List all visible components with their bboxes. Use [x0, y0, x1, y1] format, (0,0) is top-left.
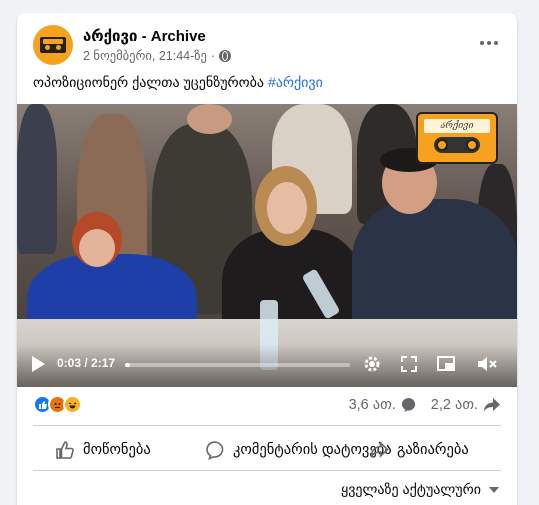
- more-options-button[interactable]: [475, 31, 503, 55]
- video-player[interactable]: არქივი 0:03 / 2:17: [17, 104, 517, 387]
- comment-bubble-icon: [401, 397, 415, 412]
- archive-logo-watermark: არქივი: [416, 112, 498, 164]
- background-head: [187, 104, 232, 134]
- post-card: არქივი - Archive 2 ნოემბერი, 21:44-ზე · …: [17, 13, 517, 505]
- thumbs-up-icon: [56, 441, 74, 459]
- globe-icon: [219, 49, 232, 62]
- post-date[interactable]: 2 ნოემბერი, 21:44-ზე: [83, 48, 207, 63]
- actions-divider: [33, 470, 501, 471]
- like-label: მოწონება: [83, 442, 151, 458]
- hashtag-link[interactable]: #არქივი: [268, 74, 323, 90]
- dot-icon: [494, 41, 498, 45]
- meta-separator: ·: [210, 48, 216, 63]
- video-progress-bar[interactable]: [125, 363, 350, 367]
- post-meta: 2 ნოემბერი, 21:44-ზე ·: [83, 48, 232, 63]
- sort-label: ყველაზე აქტუალური: [340, 481, 481, 497]
- video-controls: 0:03 / 2:17: [17, 344, 517, 387]
- mute-icon[interactable]: [476, 353, 498, 375]
- post-text: ოპოზიციონერ ქალთა უცენზურობა #არქივი: [33, 74, 323, 91]
- video-progress-fill: [125, 363, 130, 367]
- fullscreen-icon[interactable]: [398, 353, 420, 375]
- caret-down-icon: [489, 486, 499, 493]
- page-avatar[interactable]: [33, 25, 73, 65]
- post-stats: 3,6 ათ. 2,2 ათ.: [33, 395, 501, 417]
- cassette-logo-icon: [40, 37, 66, 53]
- play-icon[interactable]: [32, 356, 45, 372]
- logo-text: არქივი: [424, 119, 490, 133]
- share-count[interactable]: 2,2 ათ.: [431, 397, 501, 413]
- reaction-summary[interactable]: [33, 395, 82, 414]
- background-person: [17, 104, 57, 254]
- post-header: არქივი - Archive 2 ნოემბერი, 21:44-ზე ·: [17, 13, 517, 73]
- post-actions: მოწონება კომენტარის დატოვება გაზიარება: [33, 432, 501, 468]
- comment-sort-dropdown[interactable]: ყველაზე აქტუალური: [341, 481, 499, 498]
- comment-count-value: 3,6 ათ.: [348, 397, 396, 413]
- speaker-face: [79, 229, 115, 267]
- current-time: 0:03: [57, 356, 82, 370]
- like-button[interactable]: მოწონება: [55, 432, 151, 468]
- seated-woman-face: [267, 182, 307, 234]
- settings-gear-icon[interactable]: [361, 353, 383, 375]
- stats-divider: [33, 425, 501, 426]
- picture-in-picture-icon[interactable]: [435, 353, 457, 375]
- comment-icon: [206, 441, 224, 460]
- post-body-text: ოპოზიციონერ ქალთა უცენზურობა: [33, 74, 268, 90]
- haha-reaction-icon: [63, 395, 82, 414]
- share-label: გაზიარება: [397, 442, 469, 458]
- video-time: 0:03 / 2:17: [57, 356, 115, 370]
- page-name-link[interactable]: არქივი - Archive: [83, 27, 206, 45]
- comment-count[interactable]: 3,6 ათ.: [349, 397, 417, 413]
- dot-icon: [487, 41, 491, 45]
- duration: 2:17: [91, 356, 116, 370]
- dot-icon: [480, 41, 484, 45]
- share-count-value: 2,2 ათ.: [430, 397, 478, 413]
- engagement-counts: 3,6 ათ. 2,2 ათ.: [335, 397, 501, 413]
- time-separator: /: [81, 356, 92, 370]
- share-icon: [370, 441, 389, 458]
- comment-label: კომენტარის დატოვება: [233, 442, 392, 458]
- share-button[interactable]: გაზიარება: [369, 432, 469, 468]
- comment-button[interactable]: კომენტარის დატოვება: [205, 432, 392, 468]
- share-arrow-icon: [484, 398, 500, 412]
